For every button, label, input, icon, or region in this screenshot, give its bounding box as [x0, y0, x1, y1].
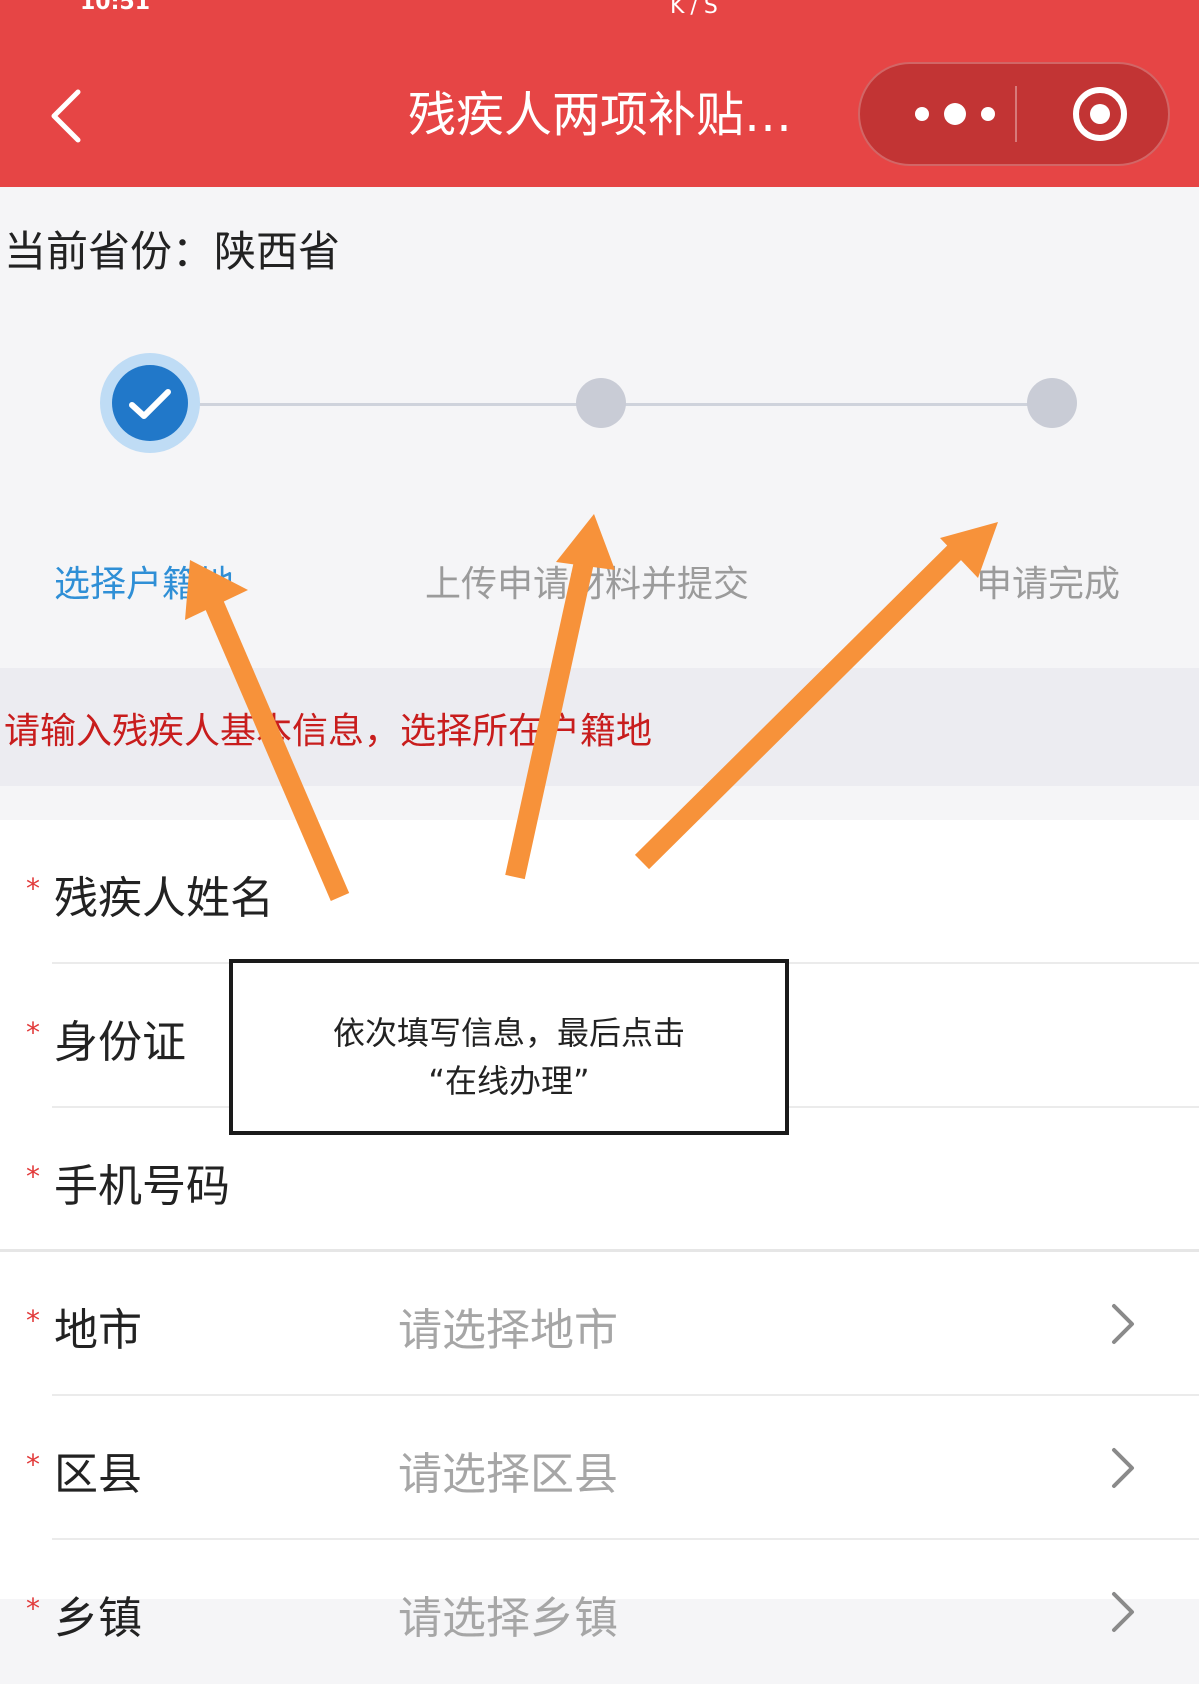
town-placeholder: 请选择乡镇	[398, 1593, 618, 1644]
page-title: 残疾人两项补贴…	[407, 87, 792, 143]
step-3-indicator	[1027, 378, 1077, 428]
required-mark: *	[26, 1592, 40, 1625]
notice-banner: 请输入残疾人基本信息，选择所在户籍地	[0, 668, 1199, 786]
step-1-label: 选择户籍地	[54, 564, 235, 605]
info-form: * 残疾人姓名 * 身份证 * 手机号码 * 地市 请选择地市 * 区县 请选择…	[0, 820, 1199, 1644]
district-select[interactable]: * 区县 请选择区县	[0, 1396, 1199, 1540]
step-1-indicator	[100, 353, 200, 453]
chevron-right-icon	[1112, 1592, 1134, 1632]
field-label: 区县	[54, 1449, 142, 1500]
city-placeholder: 请选择地市	[398, 1305, 618, 1356]
field-label: 乡镇	[54, 1593, 142, 1644]
required-mark: *	[26, 1304, 40, 1337]
city-select[interactable]: * 地市 请选择地市	[0, 1252, 1199, 1396]
step-3-label: 申请完成	[976, 564, 1121, 605]
required-mark: *	[26, 1448, 40, 1481]
step-2-indicator	[576, 378, 626, 428]
chevron-right-icon	[1112, 1304, 1134, 1344]
field-label: 地市	[54, 1305, 142, 1356]
mini-program-capsule	[858, 62, 1170, 166]
name-field[interactable]: * 残疾人姓名	[0, 820, 1199, 964]
annotation-line-1: 依次填写信息，最后点击	[332, 1014, 685, 1052]
field-label: 手机号码	[54, 1161, 230, 1212]
status-bar: 10:51 K/S	[0, 0, 1199, 22]
annotation-box: 依次填写信息，最后点击 “在线办理”	[229, 959, 789, 1135]
required-mark: *	[26, 872, 40, 905]
target-circle-icon[interactable]	[1070, 84, 1130, 144]
step-2-label: 上传申请材料并提交	[425, 564, 750, 605]
chevron-left-icon[interactable]	[44, 86, 94, 146]
field-label: 身份证	[54, 1017, 186, 1068]
field-label: 残疾人姓名	[54, 873, 274, 924]
notice-text: 请输入残疾人基本信息，选择所在户籍地	[4, 711, 653, 752]
capsule-divider	[1015, 86, 1017, 142]
more-dots-icon[interactable]	[900, 64, 1010, 164]
current-province: 当前省份：陕西省	[4, 227, 341, 276]
status-time: 10:51	[80, 0, 151, 15]
town-select[interactable]: * 乡镇 请选择乡镇	[0, 1540, 1199, 1684]
district-placeholder: 请选择区县	[398, 1449, 618, 1500]
annotation-line-2: “在线办理”	[428, 1062, 590, 1100]
required-mark: *	[26, 1016, 40, 1049]
required-mark: *	[26, 1160, 40, 1193]
nav-header: 10:51 K/S 残疾人两项补贴…	[0, 0, 1199, 187]
status-indicators: K/S	[670, 0, 724, 19]
check-icon	[129, 389, 171, 419]
chevron-right-icon	[1112, 1448, 1134, 1488]
